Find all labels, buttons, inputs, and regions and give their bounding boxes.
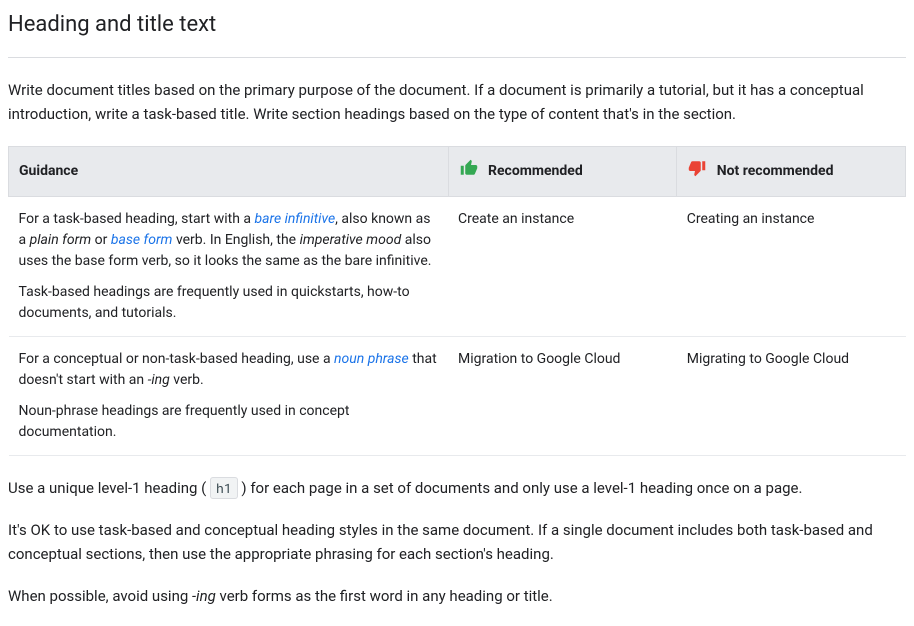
paragraph-h1: Use a unique level-1 heading ( h1 ) for … <box>8 476 906 500</box>
h1-code: h1 <box>210 477 238 499</box>
base-form-link[interactable]: base form <box>111 232 173 248</box>
th-guidance: Guidance <box>9 147 449 197</box>
cell-not-recommended: Migrating to Google Cloud <box>677 337 906 456</box>
noun-phrase-link[interactable]: noun phrase <box>334 351 409 367</box>
paragraph-mixed: It's OK to use task-based and conceptual… <box>8 518 906 566</box>
table-row: For a conceptual or non-task-based headi… <box>9 337 906 456</box>
cell-not-recommended: Creating an instance <box>677 197 906 337</box>
bare-infinitive-link[interactable]: bare infinitive <box>254 211 335 227</box>
th-recommended-label: Recommended <box>488 163 583 179</box>
page-title: Heading and title text <box>8 0 906 58</box>
guidance-table: Guidance Recommended Not recommended For… <box>8 146 906 456</box>
th-not-recommended: Not recommended <box>677 147 906 197</box>
intro-paragraph: Write document titles based on the prima… <box>8 78 906 126</box>
paragraph-ing: When possible, avoid using -ing verb for… <box>8 584 906 608</box>
thumbs-up-icon <box>459 159 479 184</box>
th-not-recommended-label: Not recommended <box>717 163 834 179</box>
th-guidance-label: Guidance <box>19 163 78 179</box>
thumbs-down-icon <box>687 159 707 184</box>
cell-guidance: For a conceptual or non-task-based headi… <box>9 337 449 456</box>
th-recommended: Recommended <box>448 147 677 197</box>
cell-recommended: Migration to Google Cloud <box>448 337 677 456</box>
cell-recommended: Create an instance <box>448 197 677 337</box>
cell-guidance: For a task-based heading, start with a b… <box>9 197 449 337</box>
table-row: For a task-based heading, start with a b… <box>9 197 906 337</box>
